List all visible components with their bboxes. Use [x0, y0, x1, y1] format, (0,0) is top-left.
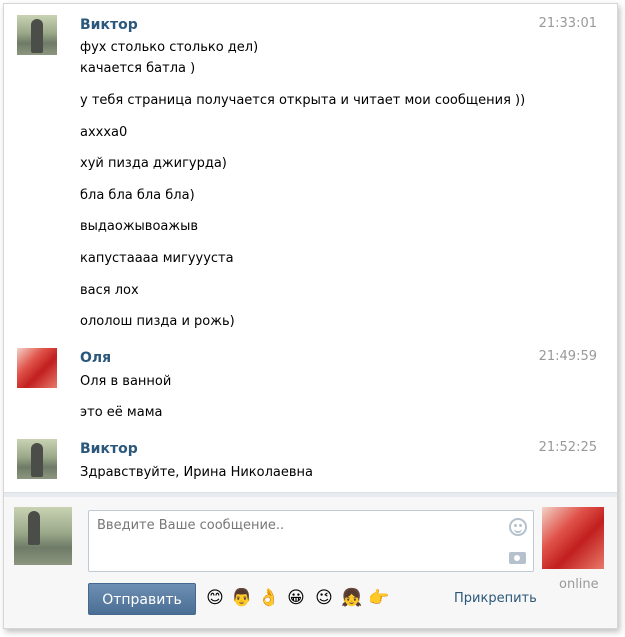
timestamp: 21:49:59: [538, 349, 597, 364]
message-composer[interactable]: [88, 510, 534, 572]
message-text: хуй пизда джигурда): [80, 156, 227, 171]
message-text: капустаааа мигуууста: [80, 251, 234, 266]
partner-avatar[interactable]: [542, 507, 604, 569]
message-text: ахххa0: [80, 125, 128, 140]
author-name[interactable]: Виктор: [80, 17, 138, 33]
message-text: вася лох: [80, 283, 139, 298]
emoji-ok-hand-icon[interactable]: 👌: [258, 588, 279, 608]
message-text: бла бла бла бла): [80, 188, 195, 203]
send-button[interactable]: Отправить: [88, 583, 196, 615]
camera-icon[interactable]: [509, 552, 526, 564]
timestamp: 21:52:25: [538, 440, 597, 455]
timestamp: 21:33:01: [538, 16, 597, 31]
message-text: фух столько столько дел): [80, 40, 259, 55]
avatar[interactable]: [17, 348, 57, 388]
emoji-smile-icon[interactable]: 😊: [205, 588, 225, 608]
avatar[interactable]: [17, 439, 57, 479]
message-text: выдаожывоажыв: [80, 219, 199, 234]
emoji-girl-icon[interactable]: 👧: [341, 588, 362, 608]
message-text: у тебя страница получается открыта и чит…: [80, 93, 526, 108]
message-input[interactable]: [95, 517, 499, 534]
emoji-wink-icon[interactable]: 😉: [314, 588, 334, 608]
avatar[interactable]: [17, 15, 57, 55]
chat-window: Виктор 21:33:01 фух столько столько дел)…: [3, 3, 618, 629]
smile-icon[interactable]: [509, 518, 527, 536]
author-name[interactable]: Оля: [80, 350, 111, 366]
message-text: ололош пизда и рожь): [80, 314, 235, 329]
online-status: online: [559, 577, 599, 592]
my-avatar[interactable]: [14, 507, 72, 565]
attach-link[interactable]: Прикрепить: [454, 591, 537, 606]
message-text: качается батла ): [80, 61, 196, 76]
emoji-man-icon[interactable]: 👨: [231, 588, 252, 608]
message-text: это её мама: [80, 405, 163, 420]
message-text: Здравствуйте, Ирина Николаевна: [80, 465, 314, 480]
emoji-grin-icon[interactable]: 😀: [286, 588, 306, 608]
author-name[interactable]: Виктор: [80, 441, 138, 457]
message-text: Оля в ванной: [80, 374, 172, 389]
emoji-point-right-icon[interactable]: 👉: [368, 588, 389, 608]
